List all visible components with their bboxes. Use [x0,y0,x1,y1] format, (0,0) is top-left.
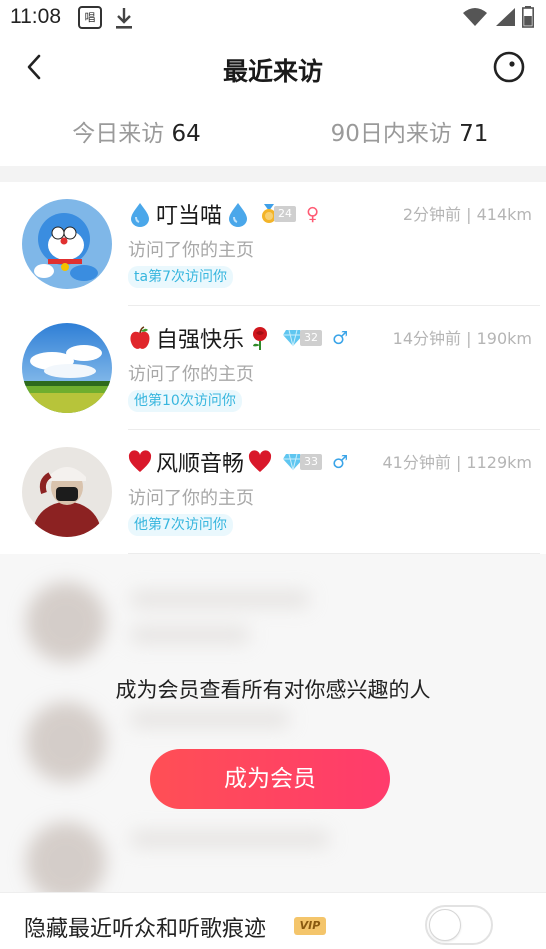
bottom-setting-bar: 隐藏最近听众和听歌痕迹 VIP [0,892,546,949]
avatar[interactable] [22,323,112,413]
avatar[interactable] [22,199,112,289]
meta-separator: | [466,205,477,224]
gender-symbol: ♂ [332,451,349,473]
visitor-name: 风顺音畅 [156,452,245,477]
battery-icon [522,6,534,28]
visit-distance: 190km [476,329,532,348]
tab-90-days-label: 90日内来访 [330,121,452,147]
visit-distance: 414km [476,205,532,224]
heart-emoji [128,450,152,472]
heart-emoji [248,450,272,472]
blurred-avatar [26,702,106,782]
meta-separator: | [455,453,467,472]
section-divider [0,166,546,182]
blurred-row [0,564,546,674]
locked-visitors-overlay: 成为会员查看所有对你感兴趣的人 成为会员 [0,554,546,892]
toggle-knob [429,909,461,941]
blurred-avatar [26,582,106,662]
rose-emoji [253,327,268,350]
page-title: 最近来访 [222,57,323,86]
level-number: 24 [274,206,297,222]
visit-time: 14分钟前 [392,329,462,348]
circle-dot-icon[interactable] [492,50,526,84]
status-icons [462,6,534,28]
blurred-avatar [26,822,106,892]
tab-90-days[interactable]: 90日内来访 71 [273,102,546,166]
visit-count-tag: 他第10次访问你 [128,390,242,412]
status-bar: 11:08 唱 [0,0,546,36]
visit-time: 2分钟前 [402,205,462,224]
visitor-name-line: 叮当喵 24 ♀ [128,198,319,230]
gender-symbol: ♀ [306,203,320,225]
avatar[interactable] [22,447,112,537]
visitor-row[interactable]: 自强快乐 32 ♂ 14分钟前 | 190km 访问了你的主页 他第10次访问你 [0,306,546,430]
visit-tabs: 今日来访 64 90日内来访 71 [0,102,546,166]
blurred-row [0,804,546,892]
visitor-name: 叮当喵 [156,204,223,229]
visit-time: 41分钟前 [382,453,451,472]
tab-today-count: 64 [171,121,201,147]
level-number: 33 [300,454,323,470]
vip-badge: VIP [294,917,326,935]
status-time: 11:08 [10,5,61,28]
become-member-button[interactable]: 成为会员 [150,749,390,809]
visitor-name: 自强快乐 [156,328,245,353]
visitor-row[interactable]: 风顺音畅 33 ♂ 41分钟前 | 1129km 访问了你的主页 他第7次访问你 [0,430,546,554]
visit-meta: 41分钟前 | 1129km [382,449,532,473]
blurred-line [130,590,310,608]
hide-traces-label: 隐藏最近听众和听歌痕迹 [24,917,267,942]
blurred-line [130,626,250,644]
level-number: 32 [300,330,323,346]
wifi-icon [463,8,487,26]
signal-icon [496,8,515,26]
blurred-line [130,710,290,728]
level-badge: 32 [282,329,323,347]
level-badge: 24 [260,204,297,224]
visit-distance: 1129km [466,453,532,472]
visitor-list: 叮当喵 24 ♀ 2分钟前 | 414km 访问了你的主页 ta第7次访问你 自… [0,182,546,554]
tab-90-days-count: 71 [459,121,489,147]
visitor-name-line: 自强快乐 32 ♂ [128,322,348,354]
level-badge: 33 [282,453,323,471]
download-icon [116,8,132,29]
header: 最近来访 [0,36,546,100]
visit-action: 访问了你的主页 [128,364,254,385]
visit-action: 访问了你的主页 [128,240,254,261]
visit-action: 访问了你的主页 [128,488,254,509]
water-drop-emoji [131,203,149,227]
membership-prompt: 成为会员查看所有对你感兴趣的人 [115,678,431,702]
visitor-name-line: 风顺音畅 33 ♂ [128,446,348,478]
blurred-line [130,830,330,848]
water-drop-emoji [229,203,248,227]
visit-meta: 14分钟前 | 190km [393,325,532,349]
meta-separator: | [466,329,477,348]
visit-meta: 2分钟前 | 414km [403,201,532,225]
visit-count-tag: ta第7次访问你 [128,266,233,288]
gender-symbol: ♂ [332,327,349,349]
app-notification-icon: 唱 [78,6,102,29]
tab-today[interactable]: 今日来访 64 [0,102,273,166]
apple-emoji [130,326,150,349]
tab-today-label: 今日来访 [72,121,165,147]
visit-count-tag: 他第7次访问你 [128,514,233,536]
visitor-row[interactable]: 叮当喵 24 ♀ 2分钟前 | 414km 访问了你的主页 ta第7次访问你 [0,182,546,306]
hide-traces-toggle[interactable] [425,905,493,945]
